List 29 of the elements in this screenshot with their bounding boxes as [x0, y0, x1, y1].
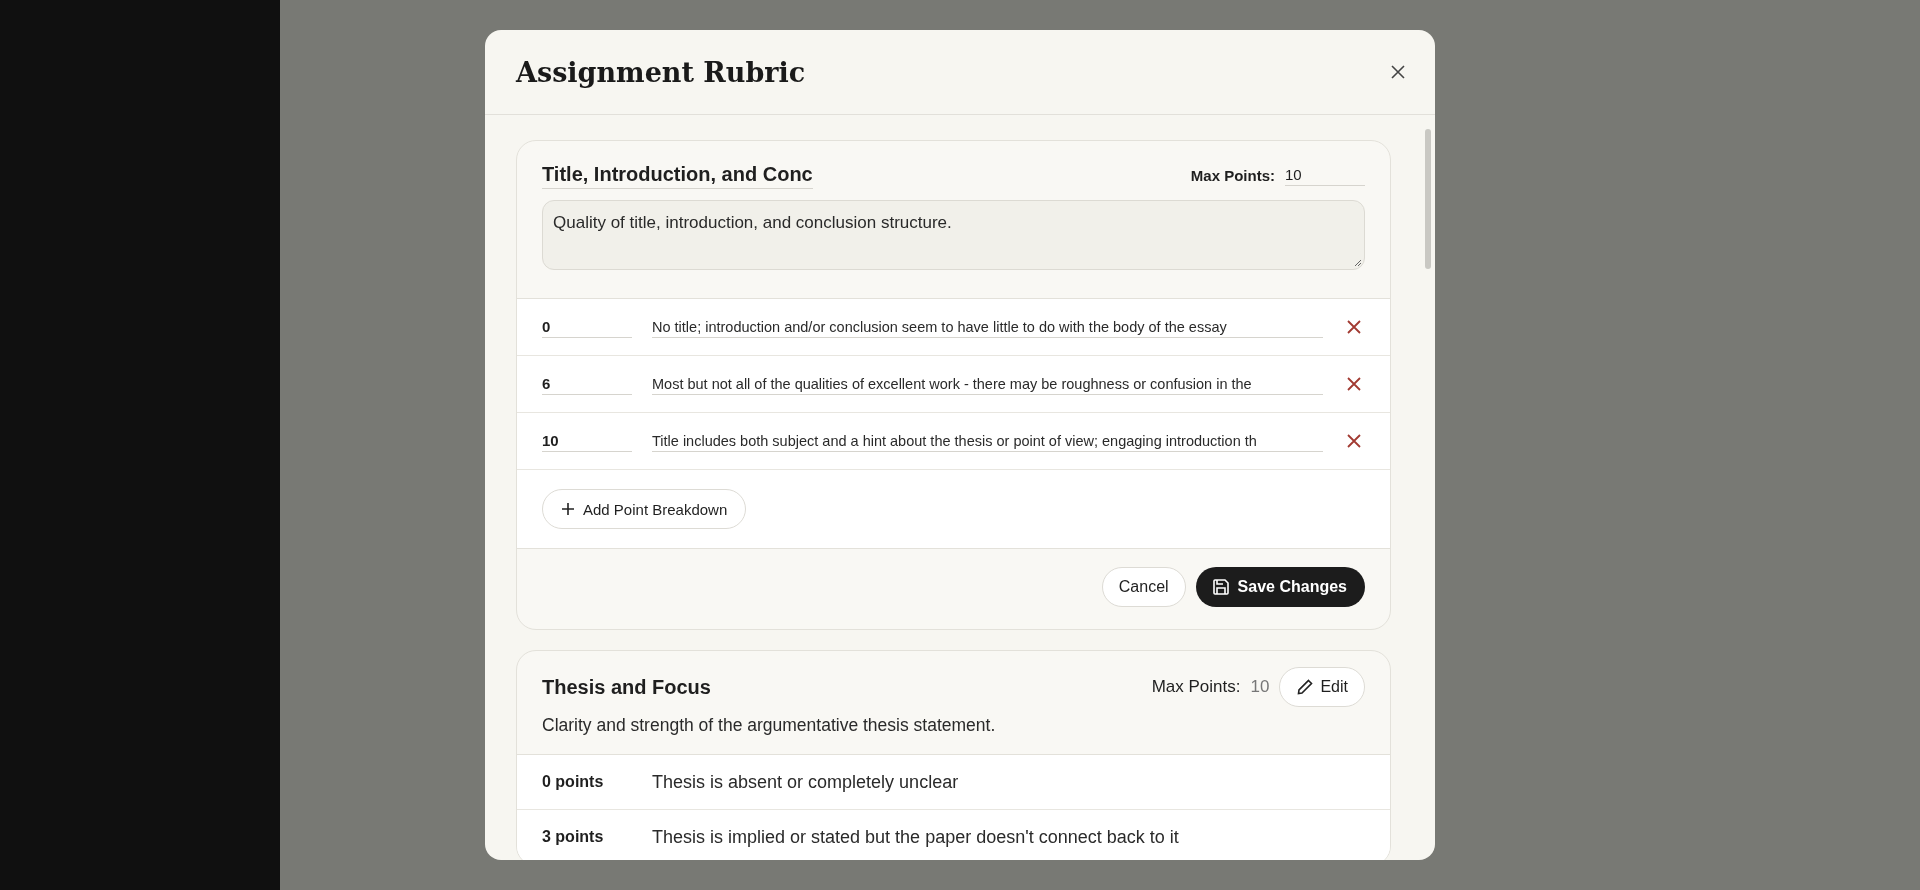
save-changes-button[interactable]: Save Changes	[1195, 567, 1365, 607]
edit-button[interactable]: Edit	[1279, 667, 1365, 707]
points-field[interactable]: 0	[542, 316, 632, 338]
add-point-breakdown-button[interactable]: Add Point Breakdown	[542, 489, 747, 529]
criterion-name-field[interactable]: Title, Introduction, and Conc	[542, 161, 813, 189]
max-points-label: Max Points:	[1151, 677, 1241, 697]
pencil-icon	[1296, 678, 1315, 696]
close-icon[interactable]	[1389, 63, 1407, 81]
level-description-field[interactable]: No title; introduction and/or conclusion seem to have little to do with the body of the essay	[652, 316, 1323, 338]
points-field[interactable]: 6	[542, 373, 632, 395]
level-description: Thesis is implied or stated but the paper doesn't connect back to it	[652, 826, 1179, 848]
max-points-field[interactable]: 10	[1285, 164, 1365, 186]
max-points-value: 10	[1250, 677, 1270, 697]
points-label: 0 points	[542, 773, 605, 791]
description-field[interactable]: Quality of title, introduction, and conclusion structure.	[542, 200, 1365, 270]
points-label: 3 points	[542, 828, 605, 846]
criterion-description: Clarity and strength of the argumentative thesis statement.	[542, 715, 997, 736]
save-icon	[1211, 578, 1230, 596]
plus-icon	[561, 502, 575, 516]
scrollbar[interactable]	[1425, 129, 1431, 269]
max-points-label: Max Points:	[1190, 166, 1275, 184]
dialog-title: Assignment Rubric	[516, 56, 806, 88]
resize-grip-icon[interactable]	[1354, 259, 1362, 267]
level-description: Thesis is absent or completely unclear	[652, 771, 959, 793]
level-description-field[interactable]: Title includes both subject and a hint about the thesis or point of view; engaging introduction th	[652, 430, 1323, 452]
level-description-field[interactable]: Most but not all of the qualities of excellent work - there may be roughness or confusion in the	[652, 373, 1323, 395]
points-field[interactable]: 10	[542, 430, 632, 452]
criterion-name: Thesis and Focus	[542, 675, 711, 699]
cancel-button[interactable]: Cancel	[1101, 567, 1186, 607]
